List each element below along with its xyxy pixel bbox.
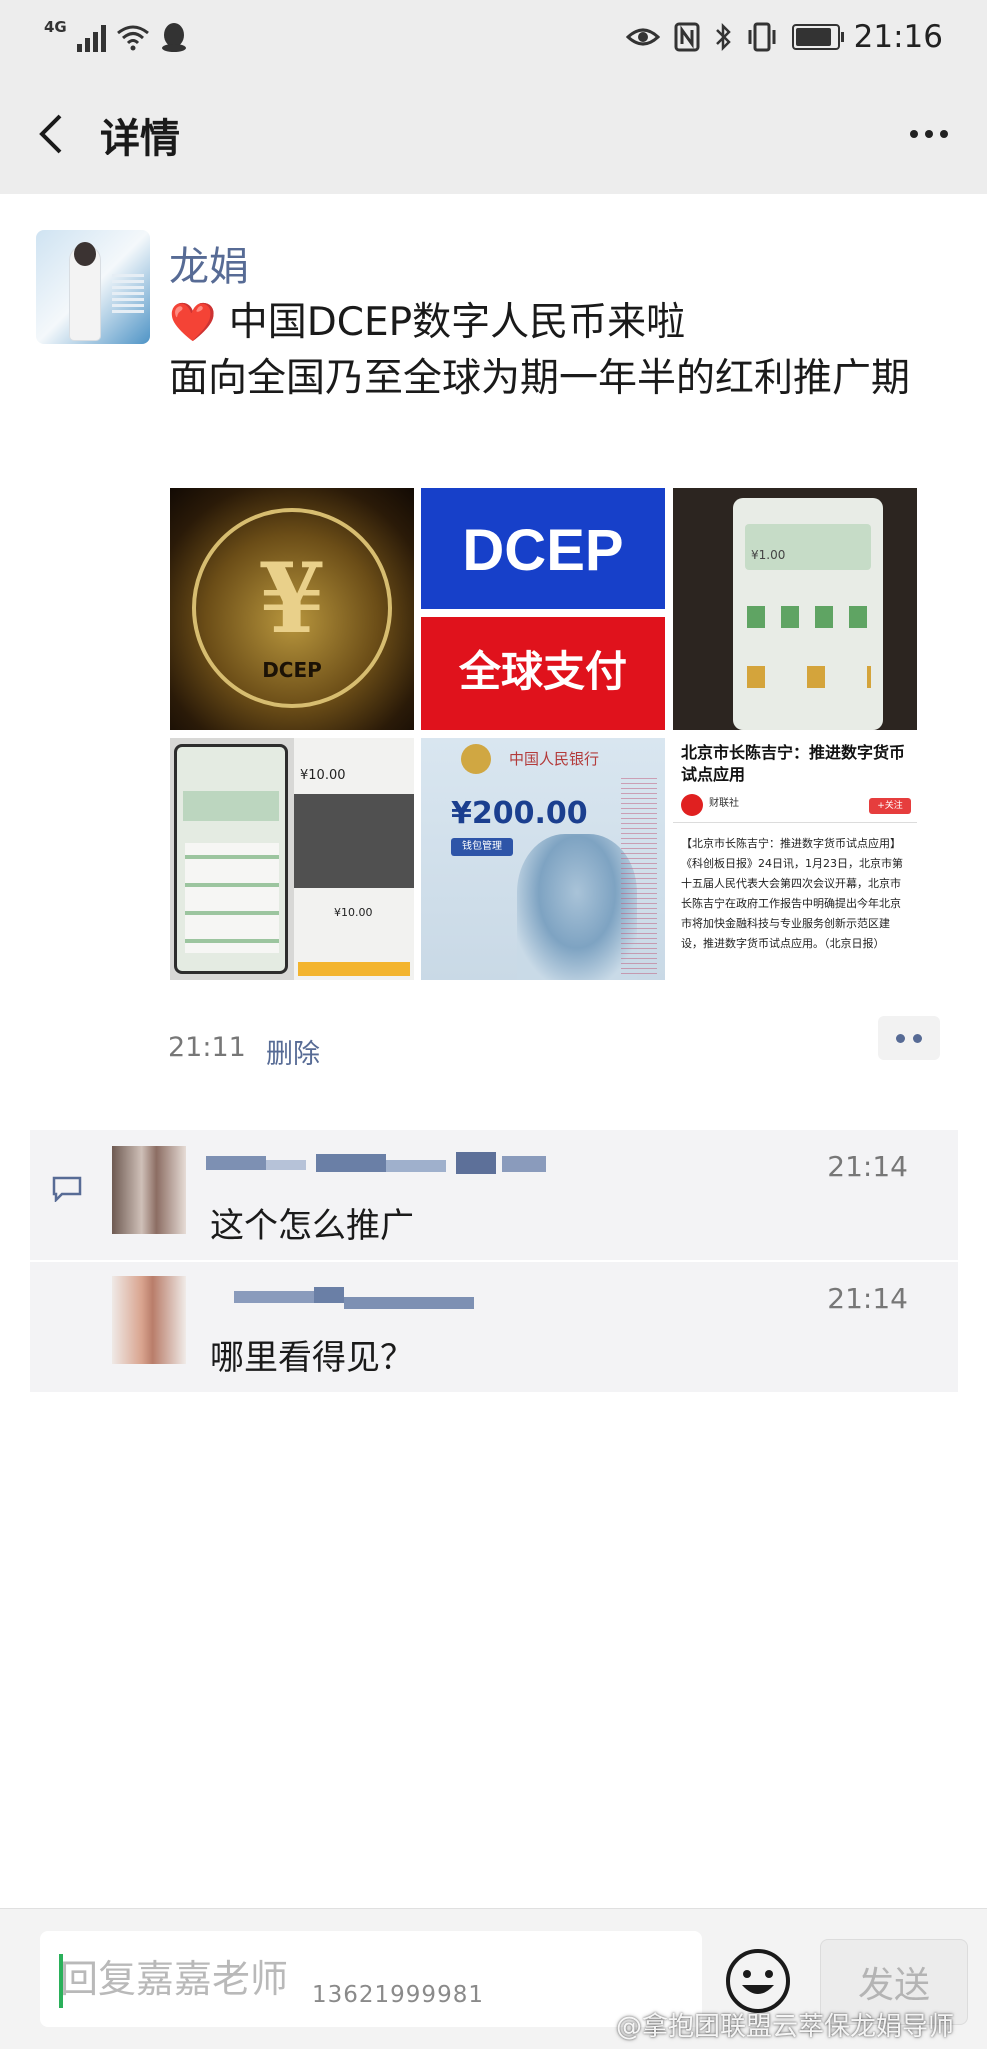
- note-amount: ¥200.00: [451, 796, 588, 831]
- post-line-1: 中国DCEP数字人民币来啦: [228, 300, 686, 345]
- list-rows: [185, 843, 279, 953]
- banknote-lines: [621, 778, 657, 978]
- avatar-head: [74, 242, 96, 266]
- more-button[interactable]: [899, 106, 959, 162]
- like-comment-button[interactable]: [878, 1016, 940, 1060]
- dcep-banner-divider: [421, 609, 665, 617]
- bank-name: 中国人民银行: [509, 750, 600, 768]
- comment-text: 这个怎么推广: [210, 1206, 414, 1246]
- divider: [673, 822, 917, 823]
- image-banknote[interactable]: 中国人民银行 ¥200.00 钱包管理: [421, 738, 665, 980]
- comment-time: 21:14: [827, 1282, 908, 1315]
- coin-yen-symbol: ¥: [258, 542, 326, 655]
- dcep-banner-bottom: 全球支付: [421, 613, 665, 730]
- image-dcep-banner[interactable]: DCEP 全球支付: [421, 488, 665, 730]
- post-line-2: 面向全国乃至全球为期一年半的红利推广期: [169, 356, 911, 401]
- keypad-overlay: [294, 794, 414, 888]
- commenter-avatar[interactable]: [112, 1276, 186, 1364]
- battery-icon: [791, 24, 844, 50]
- wifi-icon: [116, 25, 149, 51]
- comment-section: 21:14 这个怎么推广 21:14 哪里看得见？: [30, 1130, 958, 1392]
- comment-item[interactable]: 21:14 哪里看得见？: [30, 1262, 958, 1392]
- comment-item[interactable]: 21:14 这个怎么推广: [30, 1130, 958, 1260]
- emoji-icon[interactable]: [724, 1947, 792, 2015]
- reply-input[interactable]: [40, 1931, 702, 2027]
- wallet-band: [183, 791, 279, 821]
- author-avatar[interactable]: [36, 230, 150, 344]
- dot-icon: [913, 1033, 922, 1043]
- back-button[interactable]: [30, 104, 90, 164]
- heart-emoji: ❤️: [169, 300, 217, 344]
- post-text: ❤️ 中国DCEP数字人民币来啦 面向全国乃至全球为期一年半的红利推广期: [169, 294, 939, 407]
- bluetooth-icon: [715, 22, 731, 52]
- news-follow-badge: +关注: [869, 798, 911, 814]
- image-phone-wallet[interactable]: ¥1.00: [673, 488, 917, 730]
- delete-link[interactable]: 删除: [266, 1032, 320, 1071]
- clock: 21:16: [853, 19, 943, 55]
- commenter-avatar[interactable]: [112, 1146, 186, 1234]
- news-source: 财联社: [709, 798, 739, 809]
- vibrate-icon: [748, 22, 776, 52]
- comment-text: 哪里看得见？: [210, 1338, 414, 1378]
- phone-number-overlay: 13621999981: [312, 1982, 484, 2008]
- page-title: 详情: [100, 116, 180, 162]
- image-news[interactable]: 北京市长陈吉宁：推进数字货币试点应用 财联社 +关注 【北京市长陈吉宁：推进数字…: [673, 738, 917, 980]
- image-coin[interactable]: ¥ DCEP: [170, 488, 414, 730]
- eye-comfort-icon: [625, 28, 660, 46]
- nfc-icon: [674, 22, 700, 52]
- news-headline: 北京市长陈吉宁：推进数字货币试点应用: [681, 743, 906, 784]
- more-dot-icon: [925, 130, 933, 138]
- news-source-logo: [681, 794, 703, 816]
- chevron-left-icon: [39, 114, 62, 154]
- status-bar: 4G 21:16: [0, 0, 987, 74]
- payment-amount: ¥10.00: [300, 768, 346, 783]
- dot-icon: [896, 1033, 905, 1043]
- more-dot-icon: [940, 130, 948, 138]
- commenter-name-redacted: [234, 1287, 474, 1309]
- app-icons-row: [747, 606, 871, 628]
- qq-penguin-icon: [161, 23, 186, 52]
- banknote-card: [745, 524, 871, 570]
- author-name[interactable]: 龙娟: [169, 234, 249, 292]
- avatar-text-block: [112, 274, 144, 314]
- national-emblem-icon: [461, 744, 491, 774]
- status-left: 4G: [44, 14, 188, 60]
- payment-amount-confirm: ¥10.00: [334, 906, 373, 919]
- news-body: 【北京市长陈吉宁：推进数字货币试点应用】《科创板日报》24日讯，1月23日，北京…: [681, 837, 903, 950]
- network-type: 4G: [44, 18, 67, 36]
- more-dot-icon: [910, 130, 918, 138]
- dcep-banner-top: DCEP: [421, 488, 665, 613]
- banknote-portrait: [517, 834, 637, 980]
- confirm-bar: [298, 962, 410, 976]
- battery-level: [795, 28, 832, 46]
- comment-time: 21:14: [827, 1150, 908, 1183]
- wallet-manage-label: 钱包管理: [451, 838, 513, 856]
- coin-label: DCEP: [262, 658, 322, 682]
- image-payment-screens[interactable]: ¥10.00 ¥10.00: [170, 738, 414, 980]
- title-bar: 详情: [0, 74, 987, 194]
- post-time: 21:11: [168, 1032, 246, 1063]
- phone-screen-right: ¥10.00 ¥10.00: [294, 738, 414, 980]
- weibo-watermark: @拿抱团联盟云萃保龙娟导师: [616, 2012, 955, 2042]
- commenter-name-redacted: [206, 1152, 546, 1174]
- phone-screen-left: [174, 744, 288, 974]
- app-icons-row: [747, 666, 871, 688]
- signal-icon: [76, 22, 106, 52]
- text-caret: [59, 1954, 63, 2008]
- image-grid: ¥ DCEP DCEP 全球支付 ¥1.00 ¥10.00 ¥10.00 中国人…: [170, 488, 917, 980]
- phone-amount: ¥1.00: [751, 548, 786, 562]
- status-right: 21:16: [625, 14, 943, 60]
